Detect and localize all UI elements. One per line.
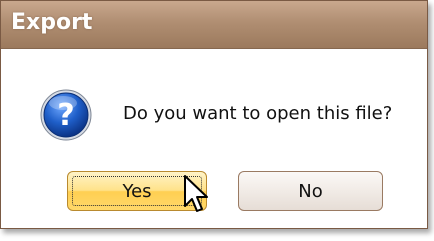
no-button[interactable]: No <box>238 171 383 211</box>
dialog-message: Do you want to open this file? <box>123 103 393 124</box>
yes-button-label: Yes <box>122 180 152 202</box>
export-dialog: Export ? Do you want to open this file? … <box>0 0 428 229</box>
question-icon: ? <box>40 89 92 141</box>
dialog-title: Export <box>11 10 93 35</box>
svg-text:?: ? <box>57 98 74 133</box>
mouse-pointer-icon <box>184 175 208 212</box>
no-button-label: No <box>298 180 323 202</box>
dialog-body: ? Do you want to open this file? Yes No <box>1 49 427 228</box>
dialog-titlebar[interactable]: Export <box>1 1 427 49</box>
